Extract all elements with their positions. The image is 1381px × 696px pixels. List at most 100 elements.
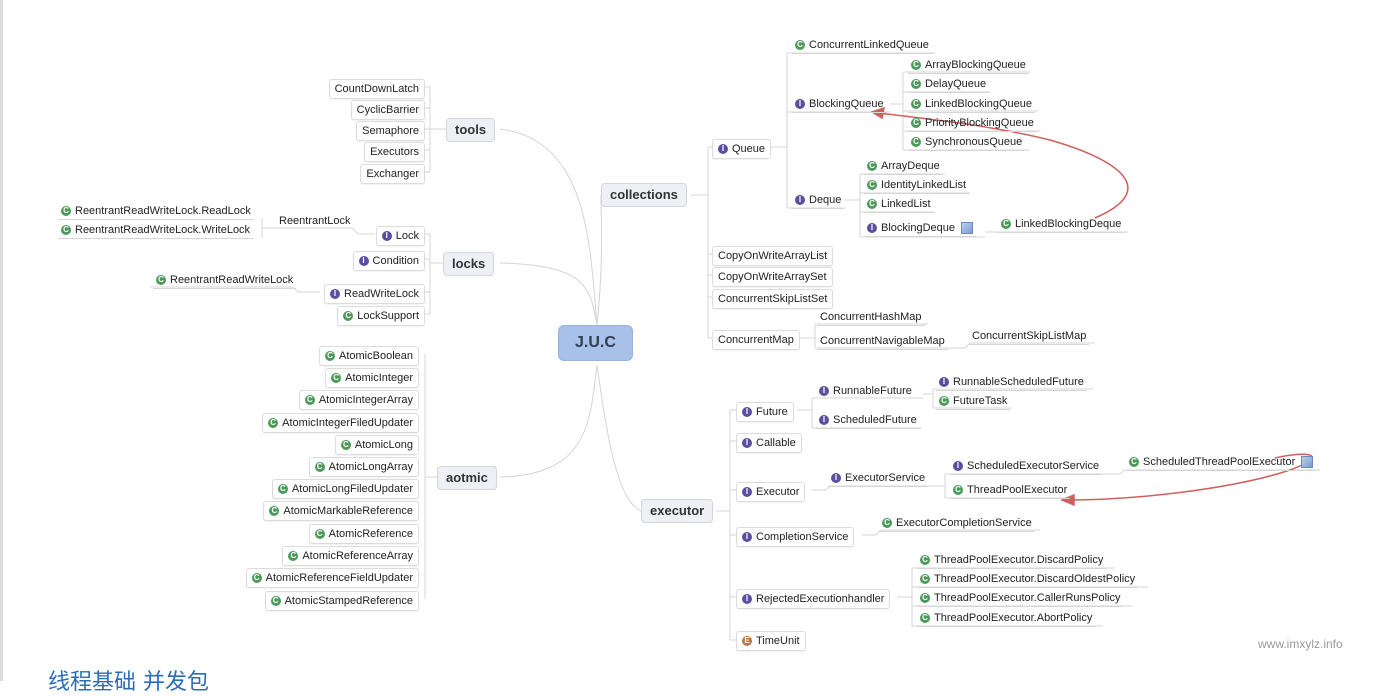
collections-concurrent-map[interactable]: ConcurrentMap xyxy=(712,330,800,350)
blocking-queue-impl[interactable]: C SynchronousQueue xyxy=(908,134,1026,151)
locks-reentrant-rw-lock[interactable]: C ReentrantReadWriteLock xyxy=(153,272,297,289)
tools-item[interactable]: CyclicBarrier xyxy=(350,100,425,120)
atomic-item[interactable]: C AtomicStampedReference xyxy=(264,591,419,611)
collections-linked-blocking-deque[interactable]: C LinkedBlockingDeque xyxy=(998,216,1125,233)
node-label: ConcurrentSkipListSet xyxy=(718,293,828,305)
executor-future-task[interactable]: C FutureTask xyxy=(936,393,1011,410)
deque-impl[interactable]: C IdentityLinkedList xyxy=(864,177,969,194)
collections-concurrent-linked-queue[interactable]: C ConcurrentLinkedQueue xyxy=(792,37,932,54)
tools-item[interactable]: Exchanger xyxy=(360,164,425,184)
category-label: executor xyxy=(650,503,705,518)
executor-scheduled-future[interactable]: I ScheduledFuture xyxy=(816,412,920,429)
locks-lock[interactable]: I Lock xyxy=(375,226,425,246)
atomic-item[interactable]: C AtomicLongArray xyxy=(308,457,419,477)
collections-blocking-queue[interactable]: I BlockingQueue xyxy=(792,96,887,113)
class-icon: C xyxy=(882,518,892,528)
atomic-item[interactable]: C AtomicLongFiledUpdater xyxy=(271,479,419,499)
section-heading[interactable]: 线程基础 并发包 xyxy=(48,664,209,696)
executor-rejected-handler[interactable]: I RejectedExecutionhandler xyxy=(736,589,891,609)
interface-icon: I xyxy=(381,231,392,241)
blocking-queue-impl[interactable]: C PriorityBlockingQueue xyxy=(908,115,1037,132)
node-label: DelayQueue xyxy=(925,78,987,90)
executor-scheduled-thread-pool-executor[interactable]: C ScheduledThreadPoolExecutor xyxy=(1126,454,1317,471)
node-label: ArrayBlockingQueue xyxy=(925,59,1026,71)
executor-callable[interactable]: I Callable xyxy=(736,433,802,453)
node-label: RunnableScheduledFuture xyxy=(953,376,1084,388)
executor-completion-service[interactable]: I CompletionService xyxy=(736,527,855,547)
root-node[interactable]: J.U.C xyxy=(558,325,633,361)
class-icon: C xyxy=(867,199,877,209)
executor-future[interactable]: I Future xyxy=(736,402,794,422)
executor-policy[interactable]: C ThreadPoolExecutor.CallerRunsPolicy xyxy=(917,590,1124,607)
class-icon: C xyxy=(288,551,299,561)
atomic-item[interactable]: C AtomicIntegerArray xyxy=(298,390,419,410)
node-label: ConcurrentNavigableMap xyxy=(820,335,945,347)
class-icon: C xyxy=(331,373,342,383)
atomic-item[interactable]: C AtomicReferenceArray xyxy=(282,546,419,566)
locks-condition[interactable]: I Condition xyxy=(352,251,425,271)
atomic-item[interactable]: C AtomicReferenceFieldUpdater xyxy=(245,568,419,588)
collections-queue[interactable]: I Queue xyxy=(712,139,772,159)
executor-runnable-future[interactable]: I RunnableFuture xyxy=(816,383,915,399)
connector xyxy=(499,364,598,478)
class-icon: C xyxy=(911,60,921,70)
note-icon[interactable] xyxy=(1301,456,1314,468)
class-icon: C xyxy=(920,555,930,565)
node-label: ConcurrentSkipListMap xyxy=(972,330,1087,342)
collections-other[interactable]: CopyOnWriteArrayList xyxy=(712,246,834,266)
connector xyxy=(425,233,430,315)
executor-policy[interactable]: C ThreadPoolExecutor.DiscardPolicy xyxy=(917,552,1107,569)
executor-executor-completion-service[interactable]: C ExecutorCompletionService xyxy=(879,515,1035,532)
tools-item[interactable]: Semaphore xyxy=(356,121,425,141)
blocking-queue-impl[interactable]: C LinkedBlockingQueue xyxy=(908,96,1036,113)
atomic-item[interactable]: C AtomicInteger xyxy=(325,368,419,388)
executor-thread-pool-executor[interactable]: C ThreadPoolExecutor xyxy=(950,482,1071,499)
node-label: AtomicStampedReference xyxy=(284,595,413,607)
connector-lines xyxy=(150,52,1320,641)
blocking-queue-impl[interactable]: C ArrayBlockingQueue xyxy=(908,57,1029,74)
category-atomic[interactable]: aotmic xyxy=(437,466,497,490)
node-label: LinkedBlockingQueue xyxy=(925,98,1033,110)
executor-executor[interactable]: I Executor xyxy=(736,482,806,502)
class-icon: C xyxy=(911,99,921,109)
deque-impl[interactable]: C LinkedList xyxy=(864,196,934,213)
connector xyxy=(845,174,861,237)
executor-executor-service[interactable]: I ExecutorService xyxy=(828,470,929,487)
collections-concurrent-skip-list-map[interactable]: ConcurrentSkipListMap xyxy=(969,328,1090,345)
executor-time-unit[interactable]: E TimeUnit xyxy=(736,631,806,651)
atomic-item[interactable]: C AtomicLong xyxy=(334,435,419,455)
class-icon: C xyxy=(270,596,281,606)
collections-concurrent-navigable-map[interactable]: ConcurrentNavigableMap xyxy=(817,333,948,350)
atomic-item[interactable]: C AtomicBoolean xyxy=(319,346,419,366)
atomic-item[interactable]: C AtomicReference xyxy=(308,524,419,544)
executor-policy[interactable]: C ThreadPoolExecutor.DiscardOldestPolicy xyxy=(917,571,1139,588)
category-tools[interactable]: tools xyxy=(446,118,496,142)
atomic-item[interactable]: C AtomicMarkableReference xyxy=(263,501,419,521)
category-collections[interactable]: collections xyxy=(601,183,687,207)
executor-scheduled-executor-service[interactable]: I ScheduledExecutorService xyxy=(950,458,1103,475)
category-executor[interactable]: executor xyxy=(641,499,714,523)
locks-reentrant-lock[interactable]: ReentrantLock xyxy=(276,213,354,229)
category-label: tools xyxy=(455,122,487,137)
locks-write-lock[interactable]: C ReentrantReadWriteLock.WriteLock xyxy=(58,222,254,239)
collections-concurrent-hash-map[interactable]: ConcurrentHashMap xyxy=(817,309,925,326)
deque-impl[interactable]: C ArrayDeque xyxy=(864,158,943,175)
collections-blocking-deque[interactable]: I BlockingDeque xyxy=(864,220,976,237)
atomic-item[interactable]: C AtomicIntegerFiledUpdater xyxy=(262,413,419,433)
collections-other[interactable]: CopyOnWriteArraySet xyxy=(712,267,833,287)
category-locks[interactable]: locks xyxy=(443,252,495,276)
executor-runnable-scheduled-future[interactable]: I RunnableScheduledFuture xyxy=(936,374,1087,391)
class-icon: C xyxy=(340,440,351,450)
node-label: ReentrantReadWriteLock.ReadLock xyxy=(75,205,251,217)
collections-deque[interactable]: I Deque xyxy=(792,192,845,209)
locks-read-write-lock[interactable]: I ReadWriteLock xyxy=(324,284,425,304)
locks-lock-support[interactable]: C LockSupport xyxy=(337,306,425,326)
executor-policy[interactable]: C ThreadPoolExecutor.AbortPolicy xyxy=(917,610,1096,627)
locks-read-lock[interactable]: C ReentrantReadWriteLock.ReadLock xyxy=(58,203,254,220)
blocking-queue-impl[interactable]: C DelayQueue xyxy=(908,76,990,93)
note-icon[interactable] xyxy=(961,222,973,234)
collections-other[interactable]: ConcurrentSkipListSet xyxy=(712,289,834,309)
tools-item[interactable]: Executors xyxy=(364,142,425,162)
connector xyxy=(499,262,598,326)
tools-item[interactable]: CountDownLatch xyxy=(328,79,425,99)
